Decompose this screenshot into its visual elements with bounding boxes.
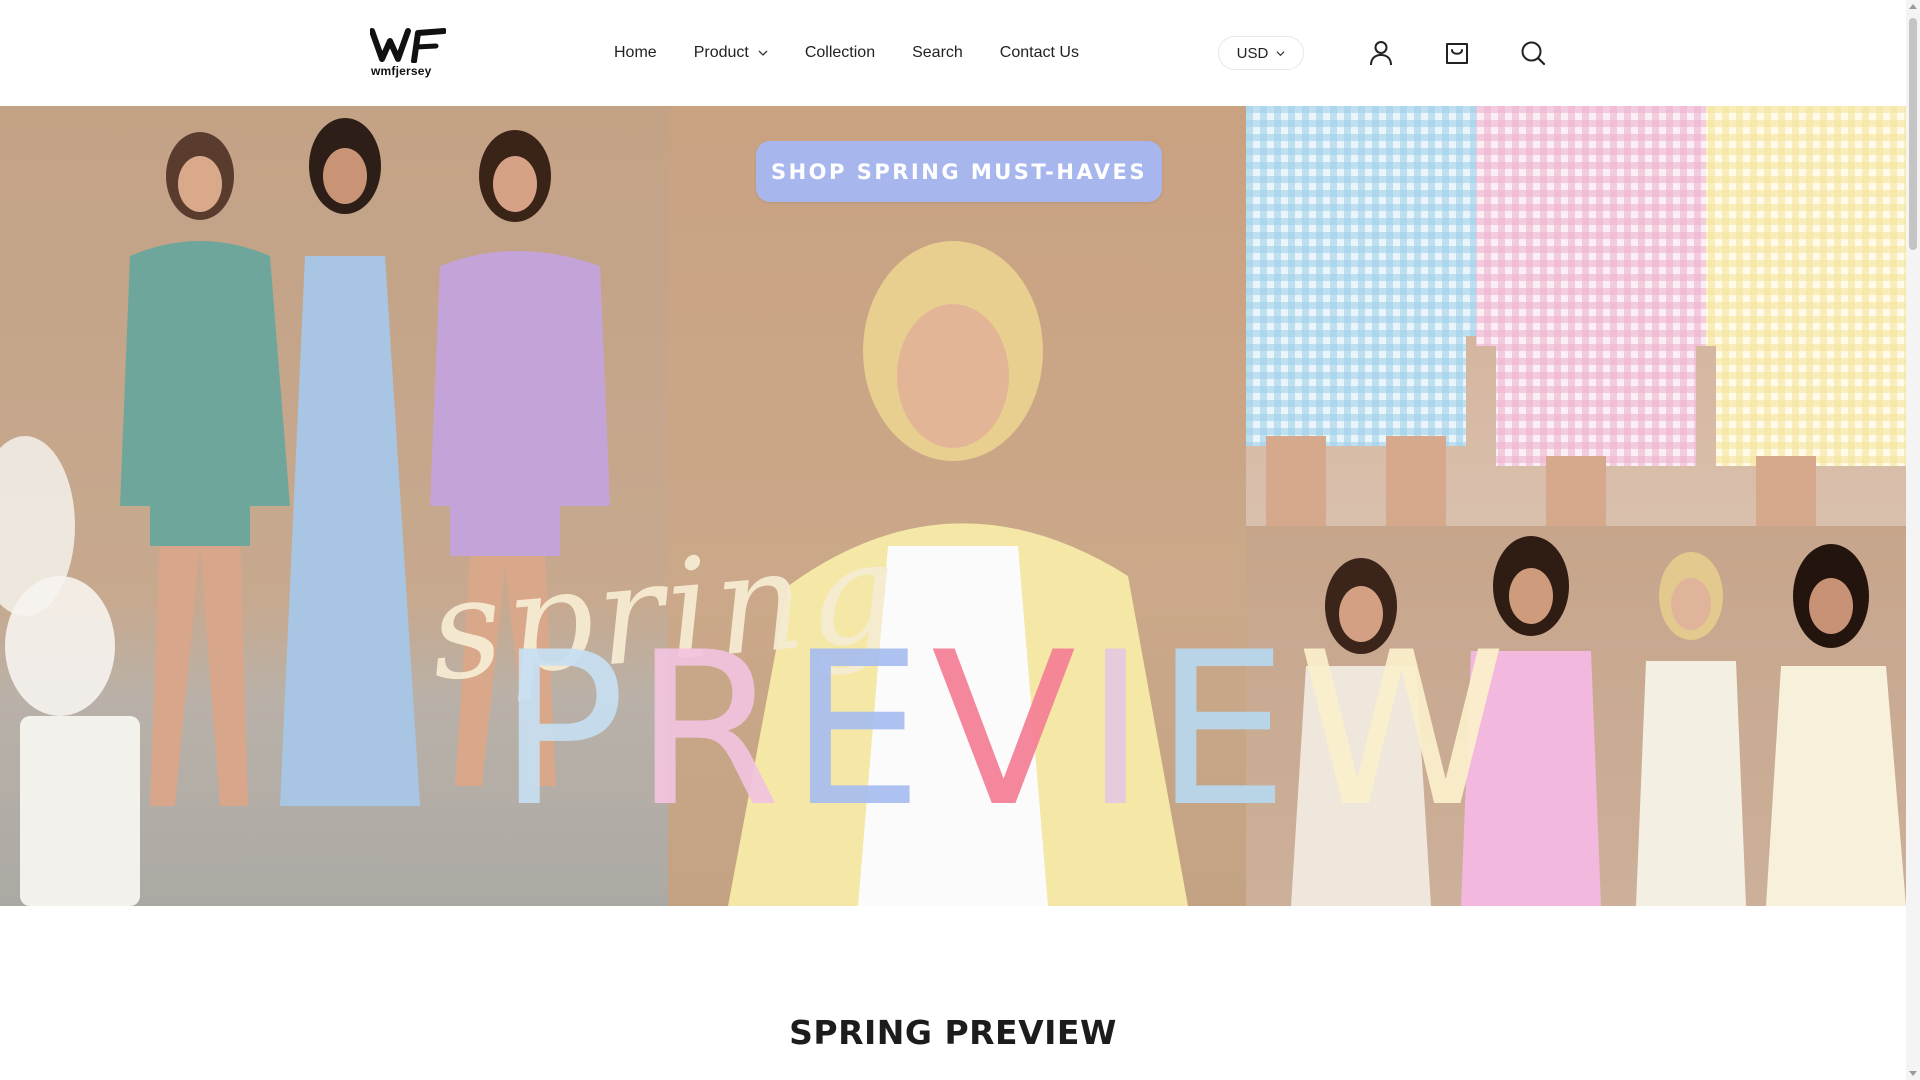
account-button[interactable]: [1366, 38, 1396, 68]
cart-icon: [1446, 43, 1468, 64]
nav-item-product[interactable]: Product: [694, 44, 768, 62]
hero-image-gingham-sets: [1246, 106, 1906, 526]
headline-letter: E: [789, 606, 932, 853]
nav-item-search[interactable]: Search: [912, 44, 963, 62]
nav-item-label: Home: [614, 44, 657, 61]
main-nav: Home Product Collection Search Contact U…: [614, 38, 1079, 68]
headline-letter: P: [498, 606, 634, 853]
shop-spring-must-haves-button[interactable]: SHOP SPRING MUST-HAVES: [756, 141, 1162, 202]
currency-selector[interactable]: USD: [1218, 36, 1304, 70]
headline-letter: I: [1084, 606, 1155, 853]
headline-letter: W: [1296, 606, 1515, 853]
nav-item-label: Product: [693, 44, 749, 61]
nav-item-label: Contact Us: [999, 44, 1079, 61]
section-title: SPRING PREVIEW: [789, 1013, 1117, 1053]
page-scrollbar[interactable]: [1906, 0, 1920, 1080]
search-button[interactable]: [1518, 38, 1548, 68]
logo-text: wmfjersey: [371, 64, 432, 78]
scroll-down-arrow-icon[interactable]: [1909, 1071, 1917, 1076]
hero-illustration-gingham: [1246, 106, 1906, 526]
scrollbar-thumb[interactable]: [1909, 18, 1917, 250]
hero-headline: PREVIEW: [498, 606, 1515, 853]
nav-item-home[interactable]: Home: [614, 44, 657, 62]
cart-button[interactable]: [1442, 38, 1472, 68]
site-header: wmfjersey Home Product Collection Search…: [0, 0, 1906, 107]
headline-letter: R: [633, 606, 790, 853]
nav-item-contact-us[interactable]: Contact Us: [1000, 44, 1079, 62]
logo[interactable]: wmfjersey: [370, 27, 446, 81]
chevron-down-icon: [1276, 50, 1285, 56]
chevron-down-icon: [758, 50, 768, 56]
search-icon: [1521, 41, 1546, 66]
headline-letter: V: [931, 606, 1085, 853]
scroll-up-arrow-icon[interactable]: [1909, 4, 1917, 9]
hero-banner[interactable]: SHOP SPRING MUST-HAVES spring PREVIEW: [0, 106, 1906, 906]
account-icon: [1370, 41, 1392, 66]
nav-item-label: Collection: [804, 44, 876, 61]
nav-item-collection[interactable]: Collection: [805, 44, 875, 62]
logo-mark-icon: [370, 28, 446, 63]
headline-letter: E: [1154, 606, 1297, 853]
currency-value: USD: [1236, 44, 1269, 62]
nav-item-label: Search: [912, 44, 963, 61]
